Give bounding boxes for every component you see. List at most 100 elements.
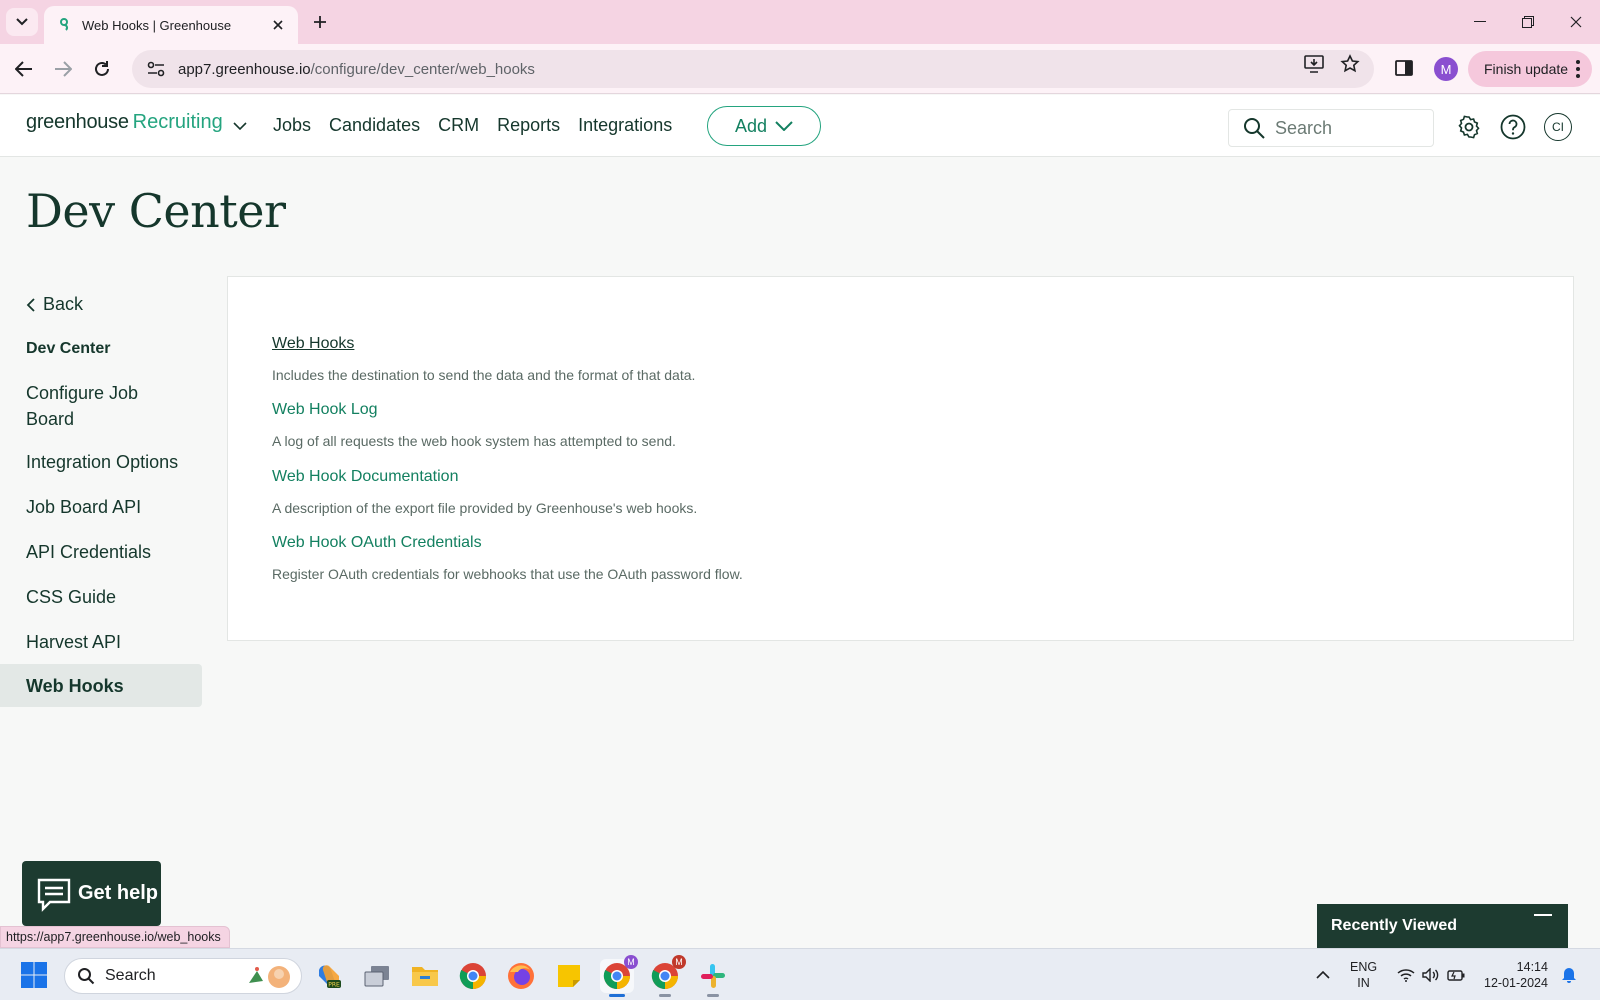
install-icon [1304, 55, 1324, 73]
taskbar-sticky-notes[interactable] [552, 959, 586, 993]
windows-start-icon[interactable] [20, 961, 48, 989]
show-hidden-icons-button[interactable] [1313, 965, 1333, 985]
page-title: Dev Center [26, 184, 286, 238]
taskbar-chrome-profile-2[interactable]: M [648, 955, 686, 997]
site-info-icon[interactable] [146, 59, 166, 79]
browser-profile-avatar[interactable]: M [1434, 57, 1458, 81]
taskbar-copilot[interactable]: PRE [312, 959, 346, 993]
app-search-box [1228, 109, 1434, 147]
web-hook-documentation-link[interactable]: Web Hook Documentation [272, 468, 697, 486]
speaker-icon [1422, 968, 1439, 982]
greenhouse-logo[interactable]: greenhouse Recruiting [26, 111, 247, 134]
link-hover-status: https://app7.greenhouse.io/web_hooks [0, 926, 230, 948]
forward-button[interactable] [50, 56, 76, 82]
sidebar-item-web-hooks[interactable]: Web Hooks [0, 664, 202, 707]
finish-update-button[interactable]: Finish update [1468, 51, 1592, 87]
app-header: greenhouse Recruiting Jobs Candidates CR… [0, 95, 1600, 157]
web-hook-documentation-description: A description of the export file provide… [272, 500, 698, 516]
web-hook-oauth-credentials-description: Register OAuth credentials for webhooks … [272, 566, 743, 582]
sidebar-item-css-guide[interactable]: CSS Guide [0, 584, 202, 610]
sidebar-item-integration-options[interactable]: Integration Options [0, 449, 202, 475]
chevron-down-icon [775, 121, 793, 131]
app-search-input[interactable] [1275, 117, 1415, 139]
web-hook-log-description: A log of all requests the web hook syste… [272, 433, 676, 449]
battery-icon [1447, 970, 1465, 981]
browser-tab-active[interactable]: Web Hooks | Greenhouse [44, 6, 298, 44]
close-icon [1570, 16, 1582, 28]
nav-jobs[interactable]: Jobs [273, 115, 311, 136]
taskbar-file-explorer[interactable] [408, 959, 442, 993]
task-view-icon [364, 966, 389, 987]
search-highlight-icon [249, 966, 290, 988]
clock[interactable]: 14:14 12-01-2024 [1484, 959, 1548, 991]
wifi-status[interactable] [1396, 965, 1416, 985]
back-link[interactable]: Back [26, 294, 83, 315]
sidebar-item-harvest-api[interactable]: Harvest API [0, 629, 202, 655]
get-help-button[interactable]: Get help [22, 861, 161, 926]
notifications-button[interactable] [1559, 965, 1579, 985]
reload-button[interactable] [89, 56, 115, 82]
url-path: /configure/dev_center/web_hooks [310, 60, 535, 78]
sidebar-item-job-board-api[interactable]: Job Board API [0, 494, 202, 520]
restore-window-button[interactable] [1518, 12, 1538, 32]
gear-icon [1458, 115, 1480, 139]
nav-crm[interactable]: CRM [438, 115, 479, 136]
volume-status[interactable] [1421, 965, 1441, 985]
chevron-left-icon [26, 297, 35, 312]
back-button[interactable] [11, 56, 37, 82]
web-hooks-link[interactable]: Web Hooks [272, 335, 695, 353]
taskbar-chrome[interactable] [456, 959, 490, 993]
minimize-icon[interactable] [1534, 914, 1552, 916]
browser-tab-bar: Web Hooks | Greenhouse [0, 0, 1600, 44]
arrow-right-icon [55, 61, 72, 77]
minimize-window-button[interactable] [1470, 12, 1490, 32]
new-tab-button[interactable] [308, 10, 332, 34]
web-hook-oauth-credentials-link[interactable]: Web Hook OAuth Credentials [272, 534, 743, 552]
taskbar-slack[interactable] [696, 959, 730, 997]
folder-icon [412, 967, 438, 986]
add-label: Add [734, 115, 768, 136]
bell-icon [1562, 968, 1576, 983]
taskbar-task-view[interactable] [360, 959, 394, 993]
sidebar-item-api-credentials[interactable]: API Credentials [0, 539, 202, 565]
sidebar-heading: Dev Center [26, 340, 111, 357]
close-tab-icon[interactable] [270, 17, 286, 33]
add-button[interactable]: Add [707, 106, 821, 146]
active-indicator [609, 994, 625, 997]
wifi-icon [1397, 969, 1415, 982]
chevron-down-icon [233, 122, 247, 130]
running-indicator [707, 994, 719, 997]
side-panel-button[interactable] [1393, 57, 1415, 79]
install-app-button[interactable] [1303, 53, 1325, 75]
greenhouse-favicon-icon [56, 17, 72, 33]
windows-taskbar: Search PRE M M ENG IN 14:14 12-01-2024 [0, 948, 1600, 1000]
get-help-label: Get help [78, 882, 159, 904]
settings-button[interactable] [1455, 113, 1483, 141]
nav-reports[interactable]: Reports [497, 115, 560, 136]
svg-text:PRE: PRE [328, 982, 340, 989]
search-icon [1244, 118, 1265, 139]
taskbar-firefox[interactable] [504, 959, 538, 993]
recently-viewed-panel[interactable]: Recently Viewed [1317, 904, 1568, 948]
sidebar-item-configure-job-board[interactable]: Configure Job Board [0, 380, 180, 432]
plus-icon [314, 16, 326, 28]
web-hooks-card: Web Hooks Includes the destination to se… [227, 276, 1574, 641]
web-hook-log-link[interactable]: Web Hook Log [272, 401, 676, 419]
help-icon [1500, 114, 1526, 140]
bookmark-button[interactable] [1339, 53, 1361, 75]
tab-search-button[interactable] [6, 8, 38, 36]
clock-date: 12-01-2024 [1484, 976, 1548, 990]
battery-status[interactable] [1446, 965, 1466, 985]
user-avatar[interactable]: CI [1544, 113, 1572, 141]
nav-integrations[interactable]: Integrations [578, 115, 672, 136]
help-button[interactable] [1499, 113, 1527, 141]
arrow-left-icon [15, 61, 32, 77]
close-window-button[interactable] [1566, 12, 1586, 32]
taskbar-chrome-profile-1[interactable]: M [600, 955, 638, 997]
taskbar-search[interactable]: Search [64, 958, 302, 994]
finish-update-label: Finish update [1484, 61, 1569, 77]
list-item: Web Hook Documentation A description of … [272, 468, 697, 516]
nav-candidates[interactable]: Candidates [329, 115, 420, 136]
input-language-indicator[interactable]: ENG IN [1350, 959, 1377, 991]
address-bar[interactable]: app7.greenhouse.io/configure/dev_center/… [132, 50, 1374, 88]
